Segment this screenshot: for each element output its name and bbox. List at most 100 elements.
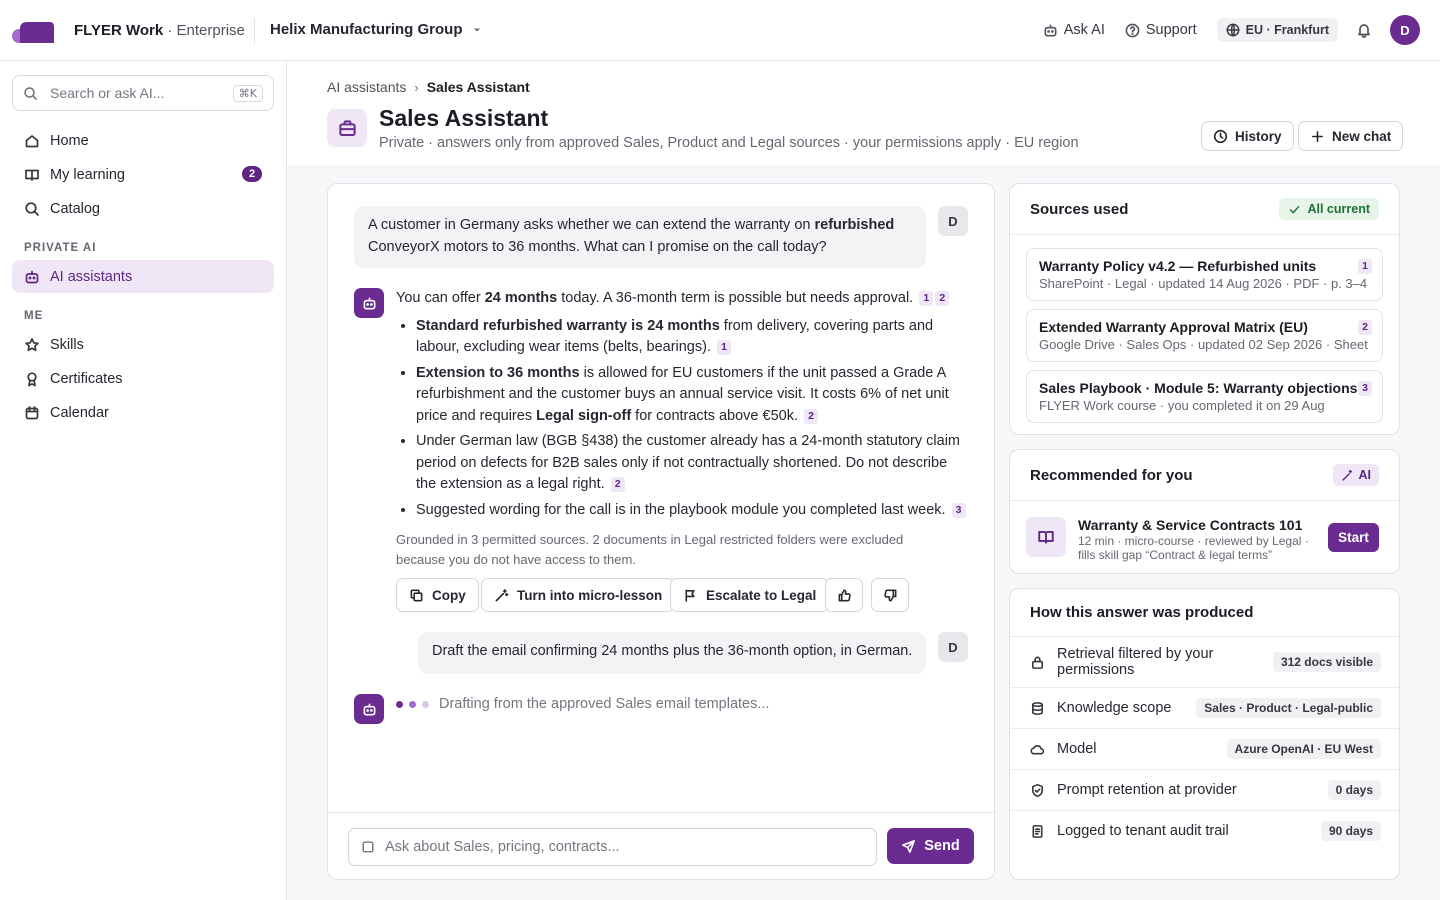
source-item[interactable]: Sales Playbook · Module 5: Warranty obje… — [1026, 370, 1383, 423]
robot-icon — [25, 270, 39, 283]
citation-badge[interactable]: 2 — [935, 291, 950, 306]
org-switcher[interactable]: Helix Manufacturing Group — [270, 21, 483, 38]
briefcase-icon — [338, 119, 356, 136]
citation-badge[interactable]: 3 — [951, 502, 966, 518]
document-icon — [1032, 824, 1043, 838]
send-icon — [902, 839, 916, 853]
thumbs-up-button[interactable] — [825, 578, 863, 612]
breadcrumb-link[interactable]: AI assistants — [327, 79, 406, 95]
shield-icon — [1032, 783, 1043, 797]
citation-badge[interactable]: 2 — [610, 477, 625, 492]
sidebar: Search or ask AI... ⌘K Home My learning … — [0, 61, 287, 900]
breadcrumb-current: Sales Assistant — [426, 79, 530, 95]
sources-card: Sources used All current Warranty Policy… — [1009, 183, 1400, 435]
page-header: AI assistants › Sales Assistant Sales As… — [287, 61, 1440, 165]
plus-icon — [1312, 130, 1323, 142]
clock-icon — [1213, 129, 1228, 143]
search-input[interactable]: Search or ask AI... ⌘K — [12, 75, 274, 111]
course-title[interactable]: Warranty & Service Contracts 101 — [1078, 517, 1302, 533]
region-selector[interactable]: EU · Frankfurt — [1216, 18, 1338, 42]
flyer-logo-icon[interactable] — [12, 19, 56, 43]
value-badge: 90 days — [1320, 821, 1381, 841]
value-badge: 0 days — [1327, 780, 1381, 800]
user-avatar: D — [938, 632, 968, 662]
star-icon — [25, 337, 39, 351]
assistant-avatar — [327, 109, 367, 147]
magic-wand-icon — [1341, 469, 1352, 481]
list-item: Suggested wording for the call is in the… — [416, 500, 966, 522]
sidebar-item-catalog[interactable]: Catalog — [12, 192, 274, 225]
book-open-icon — [1038, 530, 1054, 544]
chat-panel: A customer in Germany asks whether we ca… — [327, 183, 995, 880]
status-badge: All current — [1279, 198, 1379, 220]
sidebar-item-certificates[interactable]: Certificates — [12, 362, 274, 395]
sidebar-item-calendar[interactable]: Calendar — [12, 396, 274, 429]
main-area: AI assistants › Sales Assistant Sales As… — [287, 61, 1440, 900]
typing-dot — [409, 700, 416, 708]
thumbs-down-button[interactable] — [871, 578, 909, 612]
list-item: Under German law (BGB §438) the customer… — [416, 431, 966, 496]
sidebar-item-skills[interactable]: Skills — [12, 328, 274, 361]
list-item: Standard refurbished warranty is 24 mont… — [416, 316, 966, 359]
divider — [254, 18, 255, 44]
grounding-note: Grounded in 3 permitted sources. 2 docum… — [396, 532, 904, 567]
sidebar-item-ai-assistants[interactable]: AI assistants — [12, 260, 274, 293]
citation-badge[interactable]: 1 — [919, 291, 934, 306]
search-icon — [25, 201, 39, 216]
assistant-avatar — [354, 288, 384, 318]
citation-badge: 3 — [1358, 381, 1372, 396]
provenance-row: Retrieval filtered by your permissions 3… — [1010, 636, 1399, 687]
check-icon — [1290, 205, 1300, 213]
user-message: Draft the email confirming 24 months plu… — [418, 632, 926, 674]
citation-badge[interactable]: 1 — [717, 340, 732, 355]
page-title: Sales Assistant — [379, 105, 549, 131]
provenance-row: Logged to tenant audit trail 90 days — [1010, 810, 1399, 851]
provenance-row: Prompt retention at provider 0 days — [1010, 769, 1399, 810]
cloud-icon — [1030, 744, 1045, 755]
user-message: A customer in Germany asks whether we ca… — [354, 206, 926, 268]
micro-lesson-button[interactable]: Turn into micro-lesson — [481, 578, 676, 612]
value-badge: 312 docs visible — [1272, 652, 1381, 672]
breadcrumb: AI assistants › Sales Assistant — [327, 79, 530, 95]
user-avatar[interactable]: D — [1390, 15, 1420, 45]
source-item[interactable]: Warranty Policy v4.2 — Refurbished units… — [1026, 248, 1383, 301]
card-title: How this answer was produced — [1030, 604, 1254, 621]
section-label-me: ME — [24, 310, 44, 322]
sidebar-item-my-learning[interactable]: My learning 2 — [12, 158, 274, 191]
ask-ai-button[interactable]: Ask AI — [1043, 22, 1105, 38]
typing-dot — [422, 700, 429, 708]
ribbon-icon — [27, 371, 37, 386]
shortcut-hint: ⌘K — [232, 84, 263, 102]
robot-icon — [363, 703, 375, 715]
card-title: Sources used — [1030, 200, 1129, 218]
start-button[interactable]: Start — [1328, 523, 1379, 552]
bell-icon[interactable] — [1356, 22, 1372, 38]
new-chat-button[interactable]: New chat — [1298, 121, 1404, 151]
send-button[interactable]: Send — [887, 828, 974, 864]
provenance-row: Model Azure OpenAI · EU West — [1010, 728, 1399, 769]
support-button[interactable]: Support — [1125, 22, 1197, 38]
brand-name[interactable]: FLYER Work · Enterprise — [74, 22, 245, 39]
message-input[interactable]: Ask about Sales, pricing, contracts... — [348, 828, 877, 866]
citation-badge[interactable]: 2 — [804, 408, 819, 424]
help-icon — [1125, 23, 1140, 37]
flag-icon — [685, 589, 695, 602]
chevron-down-icon — [473, 28, 480, 31]
sidebar-item-home[interactable]: Home — [12, 124, 274, 157]
list-item: Extension to 36 months is allowed for EU… — [416, 363, 966, 428]
copy-button[interactable]: Copy — [396, 578, 479, 612]
attachment-icon[interactable] — [361, 840, 375, 854]
history-button[interactable]: History — [1201, 121, 1294, 151]
robot-icon — [363, 297, 375, 309]
assistant-avatar — [354, 694, 384, 724]
recommended-card: Recommended for you AI Warranty & Servic… — [1009, 449, 1400, 574]
escalate-button[interactable]: Escalate to Legal — [670, 578, 830, 612]
value-badge: Sales · Product · Legal-public — [1196, 698, 1381, 718]
source-item[interactable]: Extended Warranty Approval Matrix (EU) G… — [1026, 309, 1383, 362]
answer-list: Standard refurbished warranty is 24 mont… — [396, 316, 966, 522]
home-icon — [25, 134, 39, 147]
citation-badge: 1 — [1358, 259, 1372, 274]
citation-badge: 2 — [1358, 320, 1372, 335]
typing-indicator: Drafting from the approved Sales email t… — [396, 696, 769, 712]
composer: Ask about Sales, pricing, contracts... S… — [328, 812, 994, 879]
